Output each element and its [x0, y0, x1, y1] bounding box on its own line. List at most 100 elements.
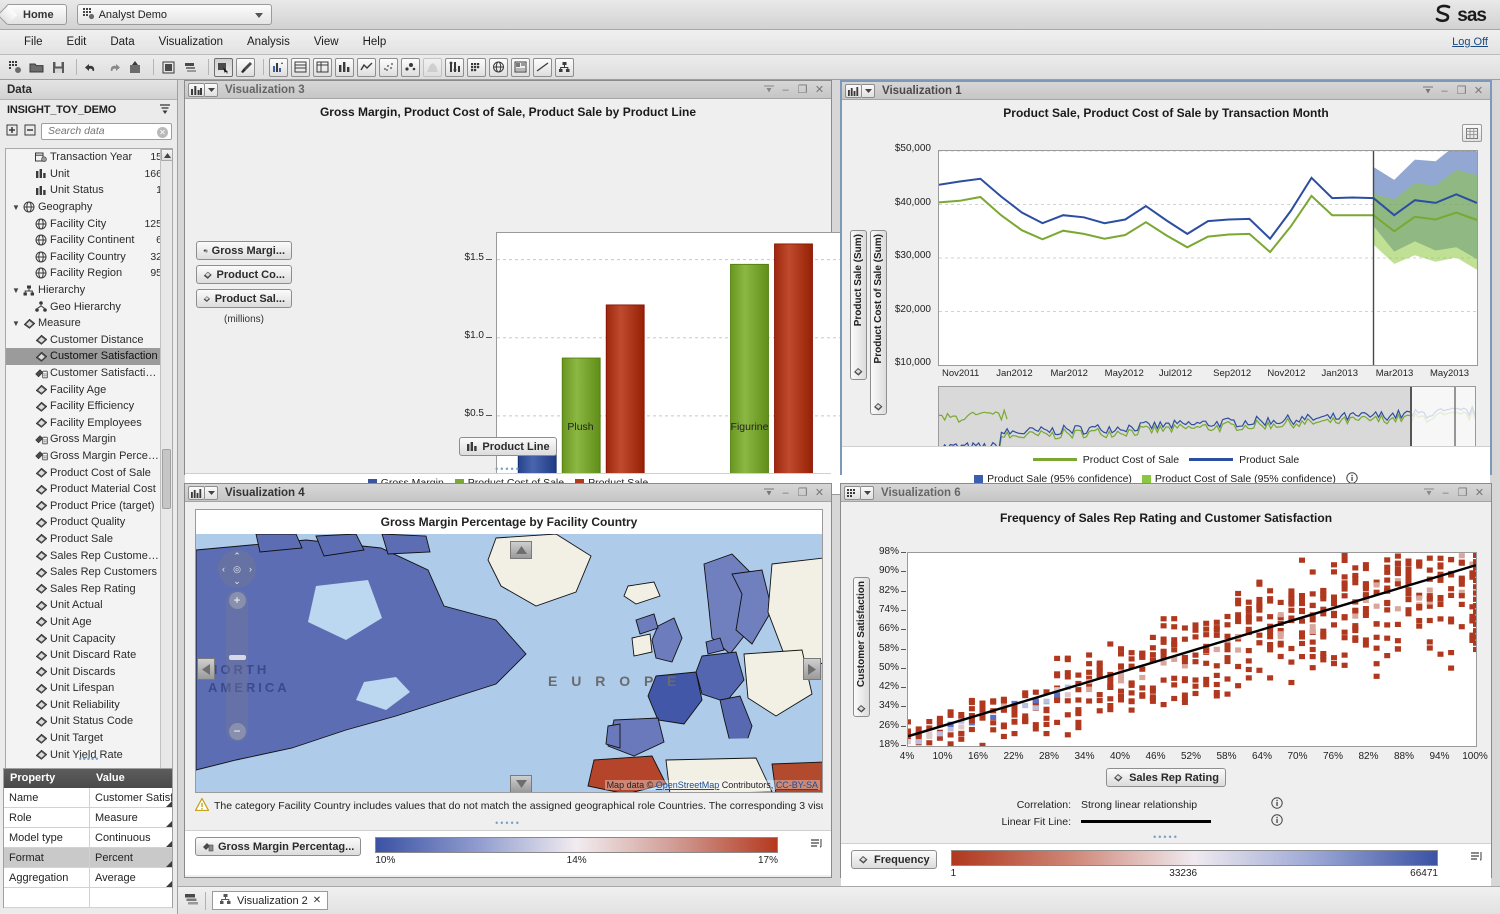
data-item-unit[interactable]: Unit166 [6, 166, 172, 183]
data-item-tree[interactable]: Transaction Year15Unit166Unit Status1▼Ge… [5, 148, 173, 820]
line-chart-icon[interactable] [357, 58, 376, 77]
dropdown-corner-icon[interactable] [166, 841, 172, 847]
viz4-title-bar[interactable]: Visualization 4 – ❐ ✕ [185, 484, 831, 502]
data-source-row[interactable]: INSIGHT_TOY_DEMO [0, 100, 177, 120]
twisty-icon[interactable]: ▼ [12, 203, 23, 212]
bar-chart-icon[interactable] [335, 58, 354, 77]
map-pan-up-handle[interactable] [510, 541, 532, 559]
data-item-facility-employees[interactable]: Facility Employees [6, 415, 172, 432]
viz6-filter-icon[interactable] [1420, 485, 1437, 501]
data-item-product-material-cost[interactable]: Product Material Cost [6, 481, 172, 498]
menu-visualization[interactable]: Visualization [147, 30, 235, 55]
property-row[interactable]: RoleMeasure [4, 808, 172, 828]
viz4-menu-caret-icon[interactable] [205, 486, 218, 500]
viz4-legend-button[interactable]: Gross Margin Percentag... [195, 837, 361, 856]
clear-search-icon[interactable]: ✕ [157, 127, 168, 138]
viz6-category-button[interactable]: Sales Rep Rating [1106, 768, 1226, 787]
viz1-minimize-button[interactable]: – [1436, 83, 1453, 99]
export-icon[interactable] [126, 58, 145, 77]
viz3-role-product-sale[interactable]: Product Sal... [196, 289, 292, 308]
redo-icon[interactable] [104, 58, 123, 77]
data-item-unit-actual[interactable]: Unit Actual [6, 597, 172, 614]
menu-file[interactable]: File [12, 30, 55, 55]
tab-close-icon[interactable]: ✕ [313, 895, 321, 906]
data-item-gross-margin-percentage[interactable]: Gross Margin Percentage [6, 448, 172, 465]
save-icon[interactable] [49, 58, 68, 77]
pan-compass-icon[interactable]: ⌃ ‹ › ⌄ ◎ [218, 550, 256, 588]
map-pan-down-handle[interactable] [510, 775, 532, 793]
dropdown-corner-icon[interactable] [166, 861, 172, 867]
viz4-map-container[interactable]: Gross Margin Percentage by Facility Coun… [195, 509, 823, 793]
menu-data[interactable]: Data [98, 30, 146, 55]
twisty-icon[interactable]: ▼ [12, 319, 23, 328]
menu-view[interactable]: View [302, 30, 351, 55]
layout-single-icon[interactable] [159, 58, 178, 77]
geo-map-icon[interactable] [489, 58, 508, 77]
viz1-title-bar[interactable]: Visualization 1 – ❐ ✕ [842, 82, 1490, 100]
map-pan-right-handle[interactable] [803, 658, 821, 680]
data-item-product-price-target[interactable]: Product Price (target) [6, 497, 172, 514]
zoom-slider-thumb[interactable] [229, 655, 246, 660]
data-item-sales-rep-customer-b[interactable]: Sales Rep Customer B... [6, 547, 172, 564]
dual-axis-icon[interactable] [445, 58, 464, 77]
data-menu-icon[interactable] [159, 103, 171, 118]
open-icon[interactable] [27, 58, 46, 77]
search-input[interactable] [46, 124, 167, 138]
home-button[interactable]: Home [6, 4, 67, 25]
cc-by-sa-link[interactable]: CC-BY-SA [776, 780, 818, 790]
data-item-facility-efficiency[interactable]: Facility Efficiency [6, 398, 172, 415]
viz3-close-button[interactable]: ✕ [811, 82, 828, 98]
data-item-unit-capacity[interactable]: Unit Capacity [6, 630, 172, 647]
viz6-legend-button[interactable]: Frequency [851, 850, 937, 869]
viz3-role-product-cost[interactable]: Product Co... [196, 265, 292, 284]
property-value[interactable]: Customer Satisfa... [90, 788, 172, 807]
table-icon[interactable] [291, 58, 310, 77]
data-item-geography[interactable]: ▼Geography [6, 199, 172, 216]
chevron-down-icon[interactable] [255, 13, 263, 18]
heatmap-icon[interactable] [844, 486, 861, 500]
viz1-maximize-button[interactable]: ❐ [1453, 83, 1470, 99]
viz1-role-product-sale[interactable]: Product Sale (Sum) [850, 230, 867, 380]
info-icon[interactable] [1271, 814, 1283, 829]
viz3-filter-icon[interactable] [760, 82, 777, 98]
map-pan-left-handle[interactable] [197, 658, 215, 680]
data-item-transaction-year[interactable]: Transaction Year15 [6, 149, 172, 166]
viz1-grid-toggle-button[interactable] [1462, 124, 1482, 142]
viz3-maximize-button[interactable]: ❐ [794, 82, 811, 98]
viz6-minimize-button[interactable]: – [1437, 485, 1454, 501]
viz4-filter-icon[interactable] [760, 485, 777, 501]
menu-edit[interactable]: Edit [55, 30, 99, 55]
dropdown-corner-icon[interactable] [166, 821, 172, 827]
data-item-customer-satisfaction-1[interactable]: Customer Satisfaction (1) [6, 365, 172, 382]
data-item-unit-discards[interactable]: Unit Discards [6, 663, 172, 680]
viz1-menu-caret-icon[interactable] [862, 84, 875, 98]
data-item-sales-rep-customers[interactable]: Sales Rep Customers [6, 564, 172, 581]
menu-analysis[interactable]: Analysis [235, 30, 302, 55]
dropdown-corner-icon[interactable] [166, 881, 172, 887]
property-value[interactable]: Percent [90, 848, 172, 867]
viz6-close-button[interactable]: ✕ [1471, 485, 1488, 501]
heatmap-icon[interactable] [467, 58, 486, 77]
bar-chart-icon[interactable] [188, 83, 205, 97]
twisty-icon[interactable]: ▼ [12, 286, 23, 295]
openstreetmap-link[interactable]: OpenStreetMap [656, 780, 720, 790]
property-row[interactable]: Model typeContinuous [4, 828, 172, 848]
viz6-legend-options-icon[interactable] [1470, 850, 1483, 865]
viz6-legend-splitter[interactable]: ••••• [841, 832, 1491, 842]
data-item-product-sale[interactable]: Product Sale [6, 531, 172, 548]
tree-scroll-thumb[interactable] [162, 449, 171, 509]
tree-scrollbar[interactable] [160, 149, 172, 819]
zoom-in-icon[interactable]: + [229, 592, 246, 609]
search-box[interactable]: ✕ [41, 123, 172, 140]
new-icon[interactable] [5, 58, 24, 77]
menu-help[interactable]: Help [351, 30, 399, 55]
geo-map-icon[interactable] [188, 486, 205, 500]
viz1-filter-icon[interactable] [1419, 83, 1436, 99]
viz3-title-bar[interactable]: Visualization 3 – ❐ ✕ [185, 81, 831, 99]
remove-data-icon[interactable] [23, 123, 37, 140]
bubble-icon[interactable] [401, 58, 420, 77]
auto-chart-icon[interactable] [269, 58, 288, 77]
tab-visualization-2[interactable]: Visualization 2 ✕ [212, 891, 328, 910]
viz1-legend-line-item[interactable]: Product Cost of Sale [1033, 454, 1179, 466]
data-item-unit-target[interactable]: Unit Target [6, 730, 172, 747]
